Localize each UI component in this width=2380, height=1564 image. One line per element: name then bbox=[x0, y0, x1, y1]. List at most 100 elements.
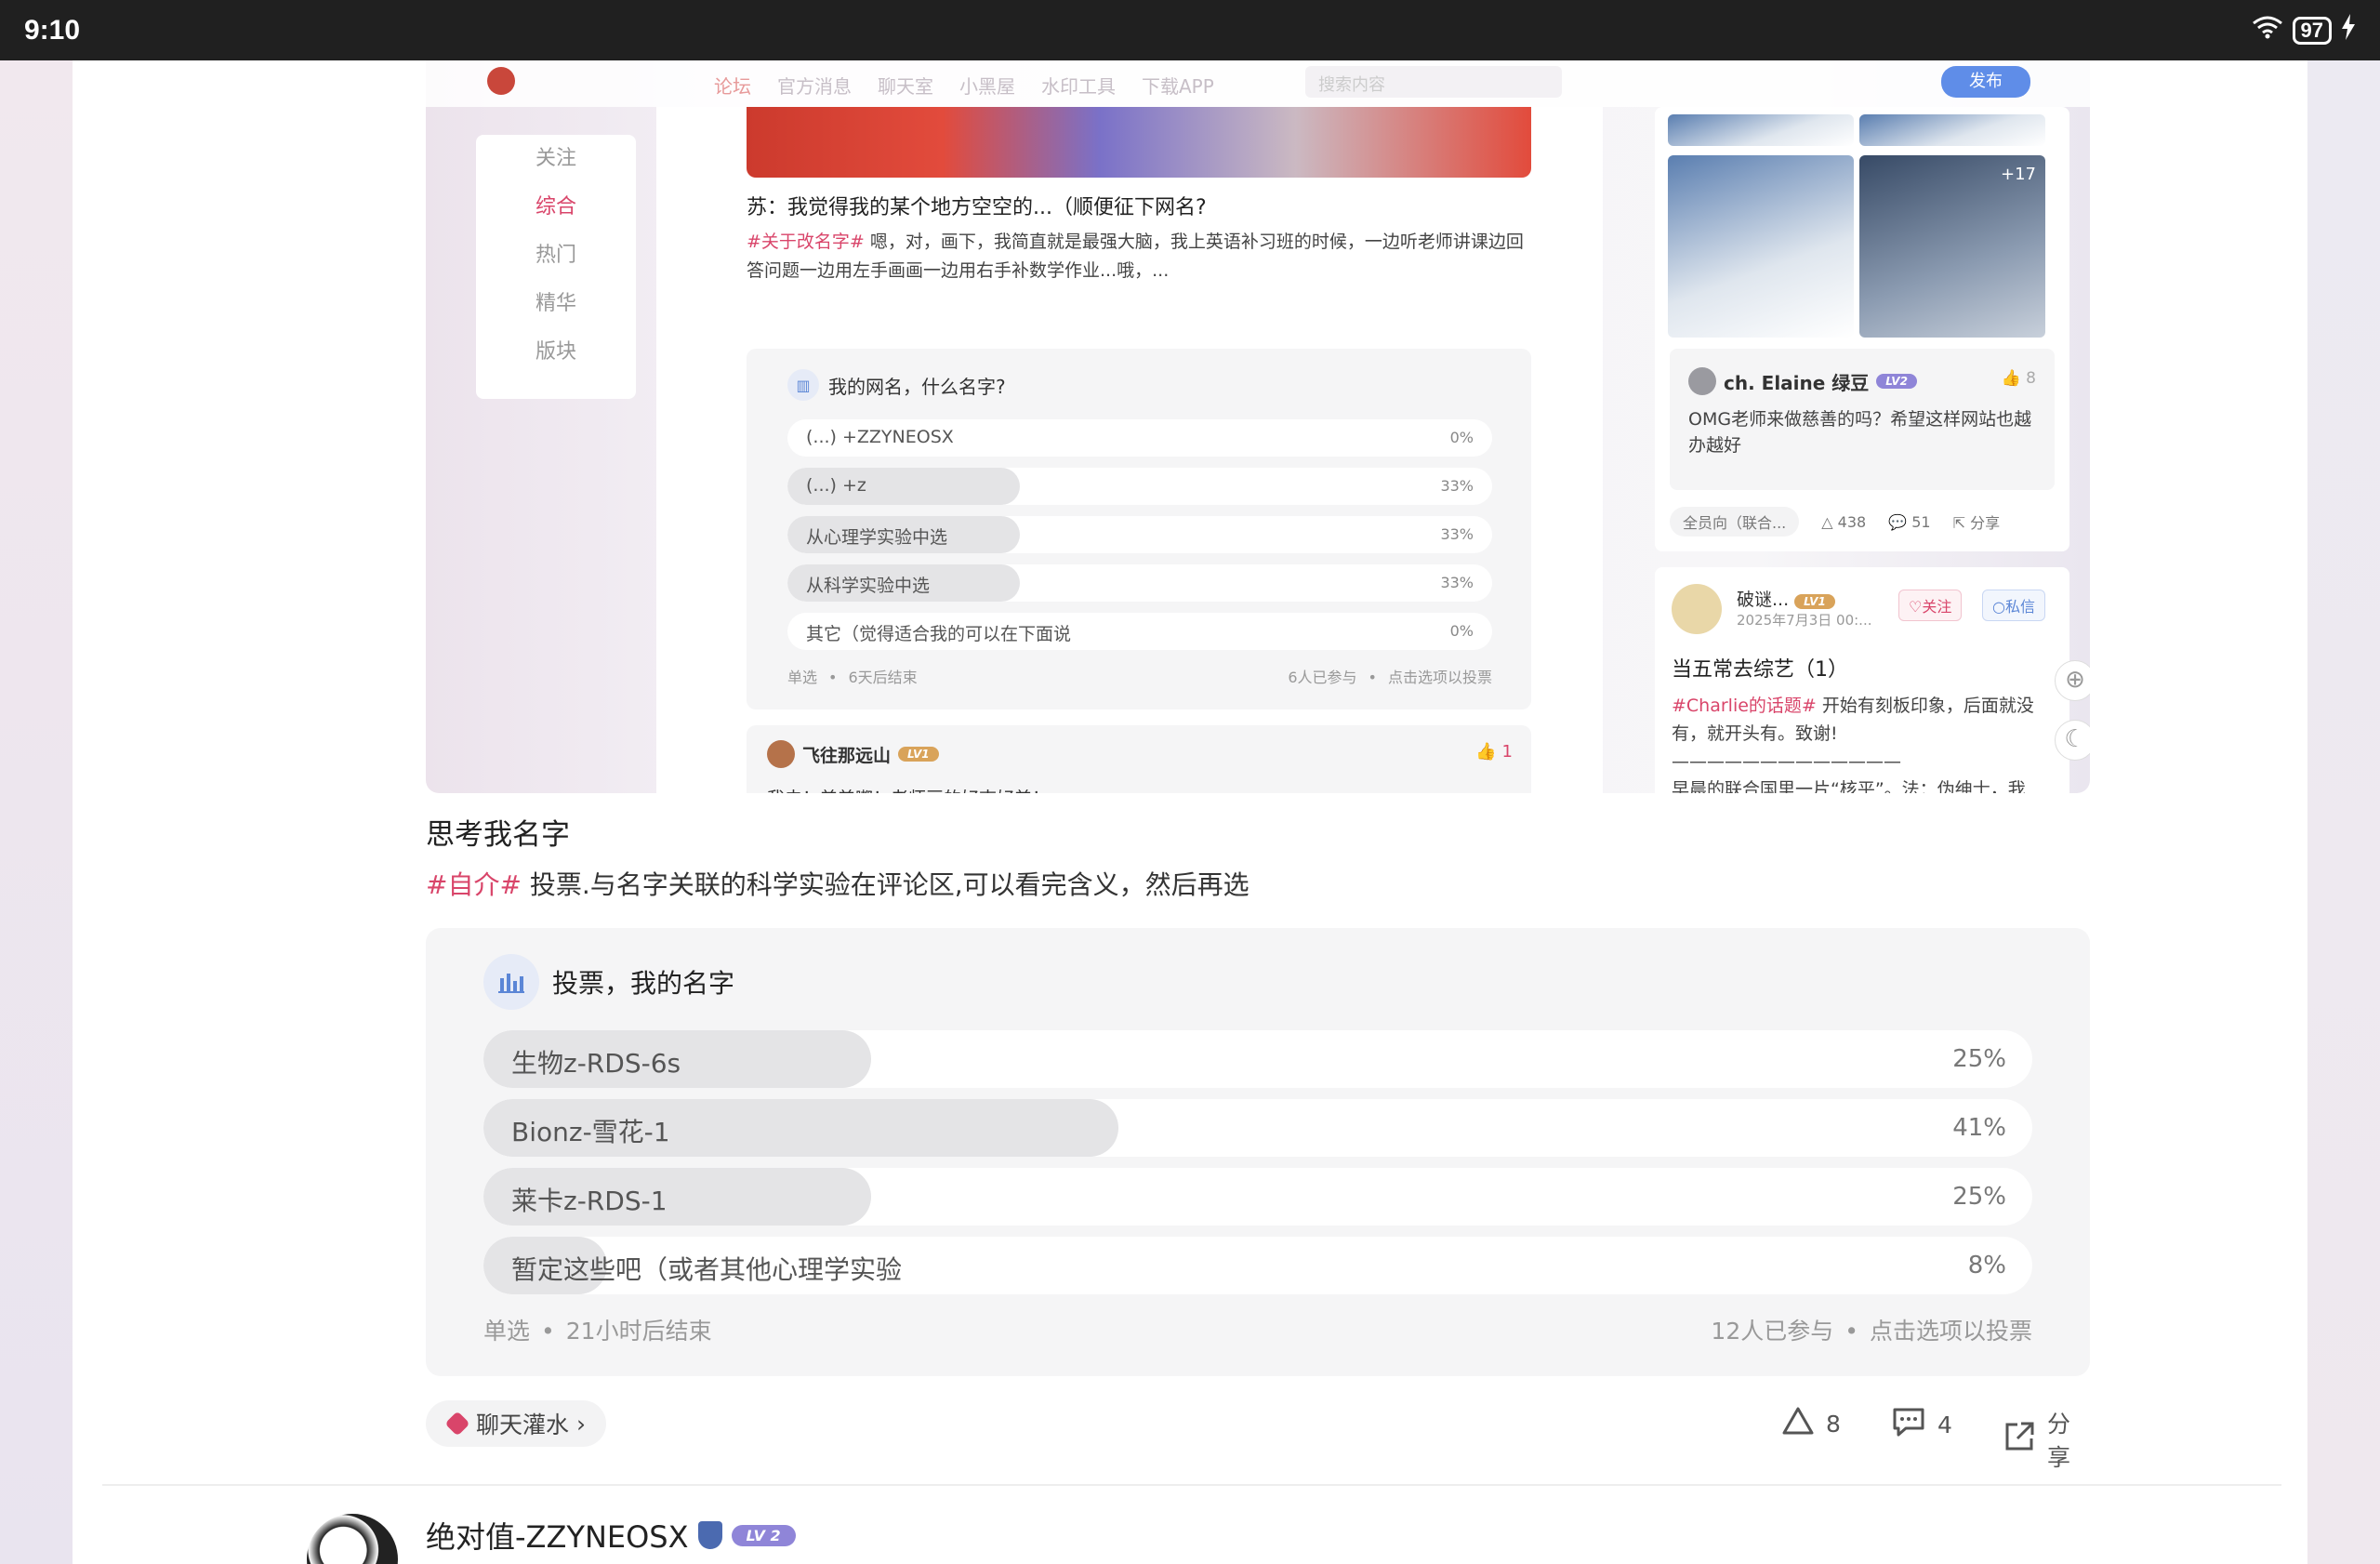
background-left bbox=[0, 60, 73, 1564]
embed-nav-item: 官方消息 bbox=[777, 75, 852, 98]
embed-follow-label: 关注 bbox=[1922, 598, 1952, 616]
vote-option-label: 暂定这些吧（或者其他心理学实验 bbox=[511, 1254, 903, 1285]
post-body[interactable]: #自介# 投票.与名字关联的科学实验在评论区,可以看完含义，然后再选 bbox=[426, 865, 1250, 902]
thumb-up-icon: 👍 bbox=[1475, 742, 1497, 762]
vote-option[interactable]: 莱卡z-RDS-1 25% bbox=[483, 1168, 2032, 1226]
embed-right-share: ⇱ 分享 bbox=[1953, 510, 2001, 533]
embed-right-upvote-count: 438 bbox=[1837, 512, 1867, 531]
wifi-icon bbox=[2252, 15, 2283, 46]
vote-end-time: 21小时后结束 bbox=[565, 1318, 712, 1345]
embed-right-user: ch. Elaine 绿豆 LV2 bbox=[1688, 367, 1917, 395]
next-post-username[interactable]: 绝对值-ZZYNEOSX bbox=[426, 1514, 689, 1557]
post-title[interactable]: 思考我名字 bbox=[426, 811, 570, 853]
background-right bbox=[2307, 60, 2380, 1564]
embed-right2-text2: 早晨的联合国里一片“核平”。法：伪绅士，我 bbox=[1672, 779, 2026, 793]
embed-vote-participants: 6人已参与 bbox=[1288, 669, 1357, 686]
comment-icon: 💬 bbox=[1888, 512, 1908, 531]
divider bbox=[102, 1484, 2281, 1486]
vote-option-label: Bionz-雪花-1 bbox=[511, 1117, 670, 1147]
next-post-user[interactable]: 绝对值-ZZYNEOSX LV 2 bbox=[426, 1514, 796, 1557]
embed-vote-option: (...) +z 33% bbox=[787, 468, 1492, 505]
post-image[interactable]: 论坛 官方消息 聊天室 小黑屋 水印工具 下载APP 搜索内容 发布 关注 综合… bbox=[426, 60, 2090, 793]
embed-comment-user: 飞往那远山 LV1 bbox=[767, 740, 939, 768]
embed-comment-text: 我去！美美嘟！老师画的好爽好美！ bbox=[767, 785, 1050, 793]
embed-main: 苏：我觉得我的某个地方空空的...（顺便征下网名? #关于改名字# 嗯，对，画下… bbox=[656, 107, 1603, 793]
post-text: 投票.与名字关联的科学实验在评论区,可以看完含义，然后再选 bbox=[529, 869, 1250, 900]
embed-right-card: +17 ch. Elaine 绿豆 LV2 👍 8 OMG老师来做慈善的吗？希望… bbox=[1655, 107, 2069, 551]
embed-dm-label: 私信 bbox=[2004, 598, 2035, 616]
vote-option-percent: 25% bbox=[1952, 1183, 2006, 1211]
avatar bbox=[767, 740, 795, 768]
embed-nav-item: 论坛 bbox=[714, 75, 751, 98]
avatar bbox=[1672, 584, 1722, 634]
vote-type: 单选 bbox=[483, 1318, 531, 1345]
post-tag[interactable]: #自介# bbox=[426, 869, 522, 900]
embed-post-body: #关于改名字# 嗯，对，画下，我简直就是最强大脑，我上英语补习班的时候，一边听老… bbox=[747, 228, 1531, 285]
embed-vote-label: 从心理学实验中选 bbox=[806, 527, 948, 548]
logo-icon bbox=[487, 66, 515, 95]
vote-option[interactable]: Bionz-雪花-1 41% bbox=[483, 1099, 2032, 1157]
upvote-count: 8 bbox=[1826, 1410, 1841, 1438]
embed-vote-pct: 0% bbox=[1449, 622, 1474, 640]
status-icons: 97 bbox=[2252, 14, 2356, 46]
level-badge: LV1 bbox=[898, 747, 939, 762]
embed-comment-username: 飞往那远山 bbox=[802, 745, 892, 766]
embed-dm-button: ○私信 bbox=[1982, 590, 2045, 621]
embed-menu-item: 热门 bbox=[535, 244, 576, 267]
comment-icon bbox=[1891, 1406, 1926, 1443]
comment-button[interactable]: 4 bbox=[1891, 1406, 1952, 1443]
embed-vote: ▥ 我的网名，什么名字? (...) +ZZYNEOSX 0% (...) +z… bbox=[747, 349, 1531, 709]
embed-post-button: 发布 bbox=[1941, 66, 2030, 98]
vote-footer: 单选 • 21小时后结束 12人已参与 • 点击选项以投票 bbox=[483, 1318, 2032, 1345]
embed-vote-pct: 33% bbox=[1440, 574, 1474, 591]
vote-title: 投票，我的名字 bbox=[552, 968, 735, 999]
embed-nav-item: 小黑屋 bbox=[959, 75, 1015, 98]
embed-right2-body: #Charlie的话题# 开始有刻板印象，后面就没有，就开头有。致谢! ————… bbox=[1672, 692, 2062, 793]
category-chip[interactable]: 聊天灌水 › bbox=[426, 1400, 607, 1447]
embed-right-username: ch. Elaine 绿豆 bbox=[1724, 371, 1870, 394]
embed-thumbnail bbox=[1859, 114, 2045, 146]
vote-hint: 点击选项以投票 bbox=[1869, 1318, 2032, 1345]
embed-banner-image bbox=[747, 107, 1531, 178]
embed-post-tag: #关于改名字# bbox=[747, 232, 865, 252]
embed-thumbnail bbox=[1668, 114, 1854, 146]
embed-vote-title: ▥ 我的网名，什么名字? bbox=[787, 369, 1006, 401]
vote-option[interactable]: 暂定这些吧（或者其他心理学实验 8% bbox=[483, 1237, 2032, 1294]
embed-post-title: 苏：我觉得我的某个地方空空的...（顺便征下网名? bbox=[747, 196, 1207, 219]
share-icon bbox=[2003, 1420, 2036, 1459]
bar-chart-icon bbox=[483, 954, 539, 1010]
thumb-up-icon: 👍 bbox=[2001, 369, 2021, 388]
post-actions: 聊天灌水 › 8 4 分享 bbox=[426, 1400, 2090, 1471]
share-label: 分享 bbox=[2047, 1411, 2071, 1471]
vote-option[interactable]: 生物z-RDS-6s 25% bbox=[483, 1030, 2032, 1088]
category-label: 聊天灌水 bbox=[476, 1412, 570, 1438]
vote-participants: 12人已参与 bbox=[1711, 1318, 1834, 1345]
embed-right-like-count: 8 bbox=[2026, 369, 2036, 388]
vote-header: 投票，我的名字 bbox=[483, 954, 734, 1010]
vote-option-percent: 41% bbox=[1952, 1114, 2006, 1142]
embed-right-footer: 全员向（联合... △ 438 💬 51 ⇱ 分享 bbox=[1670, 507, 2055, 537]
embed-right-card: 破谜... LV1 2025年7月3日 00:... ♡关注 ○私信 当五常去综… bbox=[1655, 567, 2090, 793]
vote-option-label: 生物z-RDS-6s bbox=[511, 1048, 681, 1079]
embed-nav-item: 下载APP bbox=[1142, 75, 1214, 98]
battery-icon: 97 bbox=[2292, 16, 2332, 45]
vote-option-label: 莱卡z-RDS-1 bbox=[511, 1186, 668, 1216]
share-button[interactable]: 分享 bbox=[2003, 1406, 2090, 1473]
upvote-button[interactable]: 8 bbox=[1781, 1406, 1841, 1441]
embed-left-menu: 关注 综合 热门 精华 版块 bbox=[476, 135, 636, 399]
chevron-right-icon: › bbox=[576, 1410, 587, 1438]
avatar bbox=[1688, 367, 1716, 395]
embed-nav-item: 聊天室 bbox=[878, 75, 933, 98]
embed-vote-type: 单选 bbox=[787, 669, 818, 686]
embed-thumbnail bbox=[1668, 155, 1854, 338]
embed-right-comments: 💬 51 bbox=[1888, 513, 1930, 531]
level-badge: LV1 bbox=[1794, 594, 1835, 609]
embed-vote-label: 其它（觉得适合我的可以在下面说 bbox=[806, 624, 1072, 644]
embed-vote-label: 从科学实验中选 bbox=[806, 576, 931, 596]
embed-menu-item: 关注 bbox=[535, 147, 576, 170]
embed-thumb-count: +17 bbox=[2001, 165, 2036, 184]
embed-right2-user: 破谜... LV1 bbox=[1737, 586, 1835, 611]
embed-right2-tag: #Charlie的话题# bbox=[1672, 696, 1817, 716]
embed-vote-pct: 0% bbox=[1449, 429, 1474, 446]
vote-card: 投票，我的名字 生物z-RDS-6s 25% Bionz-雪花-1 41% 莱卡… bbox=[426, 928, 2090, 1376]
